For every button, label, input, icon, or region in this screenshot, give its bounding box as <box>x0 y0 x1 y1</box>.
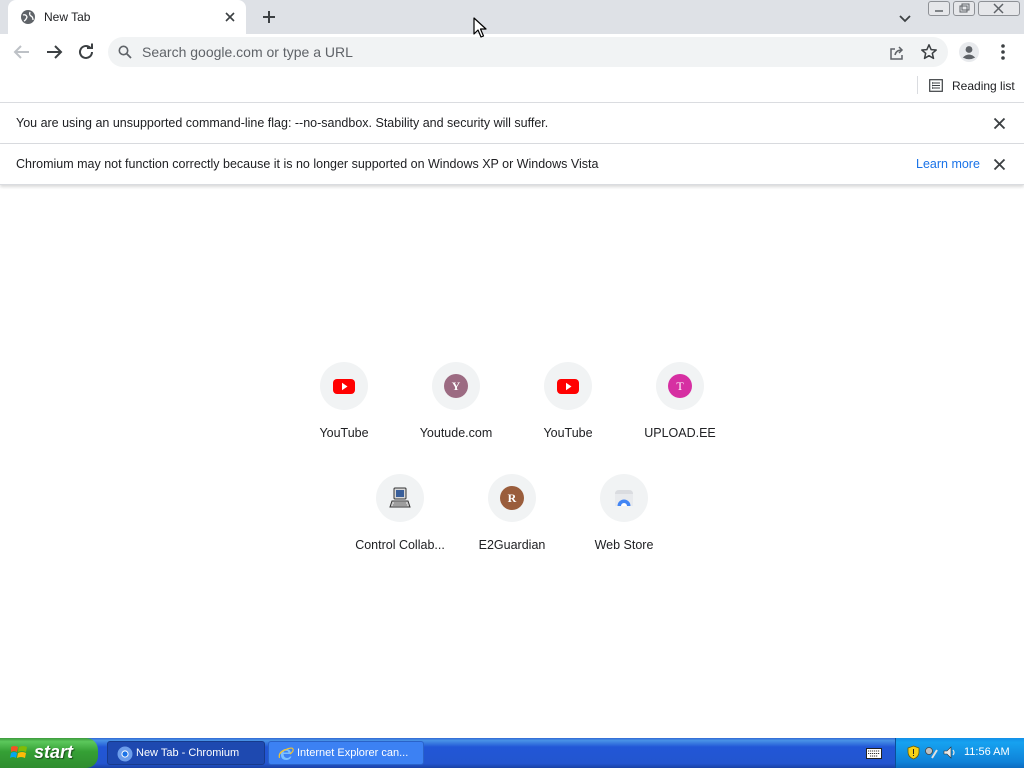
infobar-message: Chromium may not function correctly beca… <box>16 157 599 171</box>
bookmark-star-icon[interactable] <box>920 43 938 61</box>
letter-avatar: T <box>668 374 692 398</box>
windows-flag-icon <box>10 746 27 758</box>
window-close-button[interactable] <box>978 1 1020 16</box>
minimize-icon <box>935 10 943 12</box>
taskbar: start New Tab - Chromium Internet Explor… <box>0 738 1024 768</box>
chromium-icon <box>117 746 133 762</box>
shortcut-tile[interactable]: Y Youtude.com <box>400 362 512 468</box>
taskbar-button-ie[interactable]: Internet Explorer can... <box>268 741 424 765</box>
restore-icon <box>959 3 970 13</box>
omnibox[interactable] <box>108 37 948 67</box>
globe-icon <box>21 10 35 24</box>
shortcut-tile[interactable]: T UPLOAD.EE <box>624 362 736 468</box>
letter-avatar: Y <box>444 374 468 398</box>
taskbar-button-label: New Tab - Chromium <box>136 747 240 759</box>
infobar-close-icon[interactable] <box>991 115 1008 132</box>
volume-icon[interactable] <box>942 745 957 760</box>
tab-strip: New Tab <box>0 0 1024 34</box>
shortcut-icon-circle <box>544 362 592 410</box>
reading-list-icon <box>929 79 943 92</box>
shortcut-icon-circle <box>376 474 424 522</box>
window-restore-button[interactable] <box>953 1 975 16</box>
shortcut-tile[interactable]: Control Collab... <box>344 474 456 580</box>
infobar-unsupported-os: Chromium may not function correctly beca… <box>0 144 1024 185</box>
search-icon <box>118 45 132 59</box>
ie-icon <box>278 747 294 760</box>
infobar-close-icon[interactable] <box>991 156 1008 173</box>
tab-title: New Tab <box>44 10 91 24</box>
bookmarks-separator <box>917 76 918 94</box>
profile-avatar-icon[interactable] <box>958 41 980 63</box>
shortcut-label: Web Store <box>594 538 654 552</box>
reading-list-label: Reading list <box>952 79 1015 93</box>
tab-close-icon[interactable] <box>222 9 238 25</box>
shortcut-tile[interactable]: YouTube <box>288 362 400 468</box>
taskbar-button-label: Internet Explorer can... <box>297 747 409 759</box>
clock: 11:56 AM <box>964 746 1010 758</box>
shortcut-label: YouTube <box>319 426 369 440</box>
bookmarks-bar: Reading list <box>0 71 1024 103</box>
shortcut-icon-circle: R <box>488 474 536 522</box>
shortcut-label: YouTube <box>543 426 593 440</box>
infobar-no-sandbox: You are using an unsupported command-lin… <box>0 103 1024 144</box>
start-label: start <box>34 742 74 762</box>
keyboard-icon[interactable] <box>866 747 882 759</box>
shortcut-label: Youtude.com <box>419 426 493 440</box>
reload-icon[interactable] <box>74 40 98 64</box>
close-icon <box>993 3 1004 14</box>
toolbar <box>0 34 1024 71</box>
kebab-menu-icon[interactable] <box>993 41 1013 63</box>
share-icon[interactable] <box>888 44 906 62</box>
start-button[interactable]: start <box>0 738 98 768</box>
shortcut-tile[interactable]: R E2Guardian <box>456 474 568 580</box>
window-minimize-button[interactable] <box>928 1 950 16</box>
shortcut-icon-circle: Y <box>432 362 480 410</box>
shortcut-icon-circle <box>600 474 648 522</box>
mouse-cursor-icon <box>473 17 487 38</box>
system-tray: 11:56 AM <box>895 738 1024 768</box>
web-store-icon <box>615 490 633 506</box>
forward-arrow-icon[interactable] <box>42 40 66 64</box>
infobar-message: You are using an unsupported command-lin… <box>16 116 549 130</box>
screen: New Tab Search google.com or type a URL … <box>0 0 1024 768</box>
url-input[interactable] <box>142 43 882 61</box>
network-icon[interactable] <box>924 745 939 760</box>
chevron-down-icon[interactable] <box>897 10 913 26</box>
youtube-icon <box>333 379 355 394</box>
tab-new-tab[interactable]: New Tab <box>8 0 246 34</box>
taskbar-button-chromium[interactable]: New Tab - Chromium <box>107 741 265 765</box>
shortcut-label: UPLOAD.EE <box>644 426 716 440</box>
shortcut-icon-circle <box>320 362 368 410</box>
back-arrow-icon[interactable] <box>10 40 34 64</box>
youtube-icon <box>557 379 579 394</box>
shortcut-label: Control Collab... <box>355 538 445 552</box>
new-tab-icon[interactable] <box>260 8 278 26</box>
shortcut-label: E2Guardian <box>478 538 546 552</box>
reading-list-button[interactable]: Reading list <box>924 73 1020 97</box>
security-shield-icon[interactable] <box>906 745 921 760</box>
shortcut-icon-circle: T <box>656 362 704 410</box>
learn-more-link[interactable]: Learn more <box>916 157 980 171</box>
letter-avatar: R <box>500 486 524 510</box>
shortcut-tile[interactable]: Web Store <box>568 474 680 580</box>
shortcut-tile[interactable]: YouTube <box>512 362 624 468</box>
computer-icon <box>389 487 411 508</box>
